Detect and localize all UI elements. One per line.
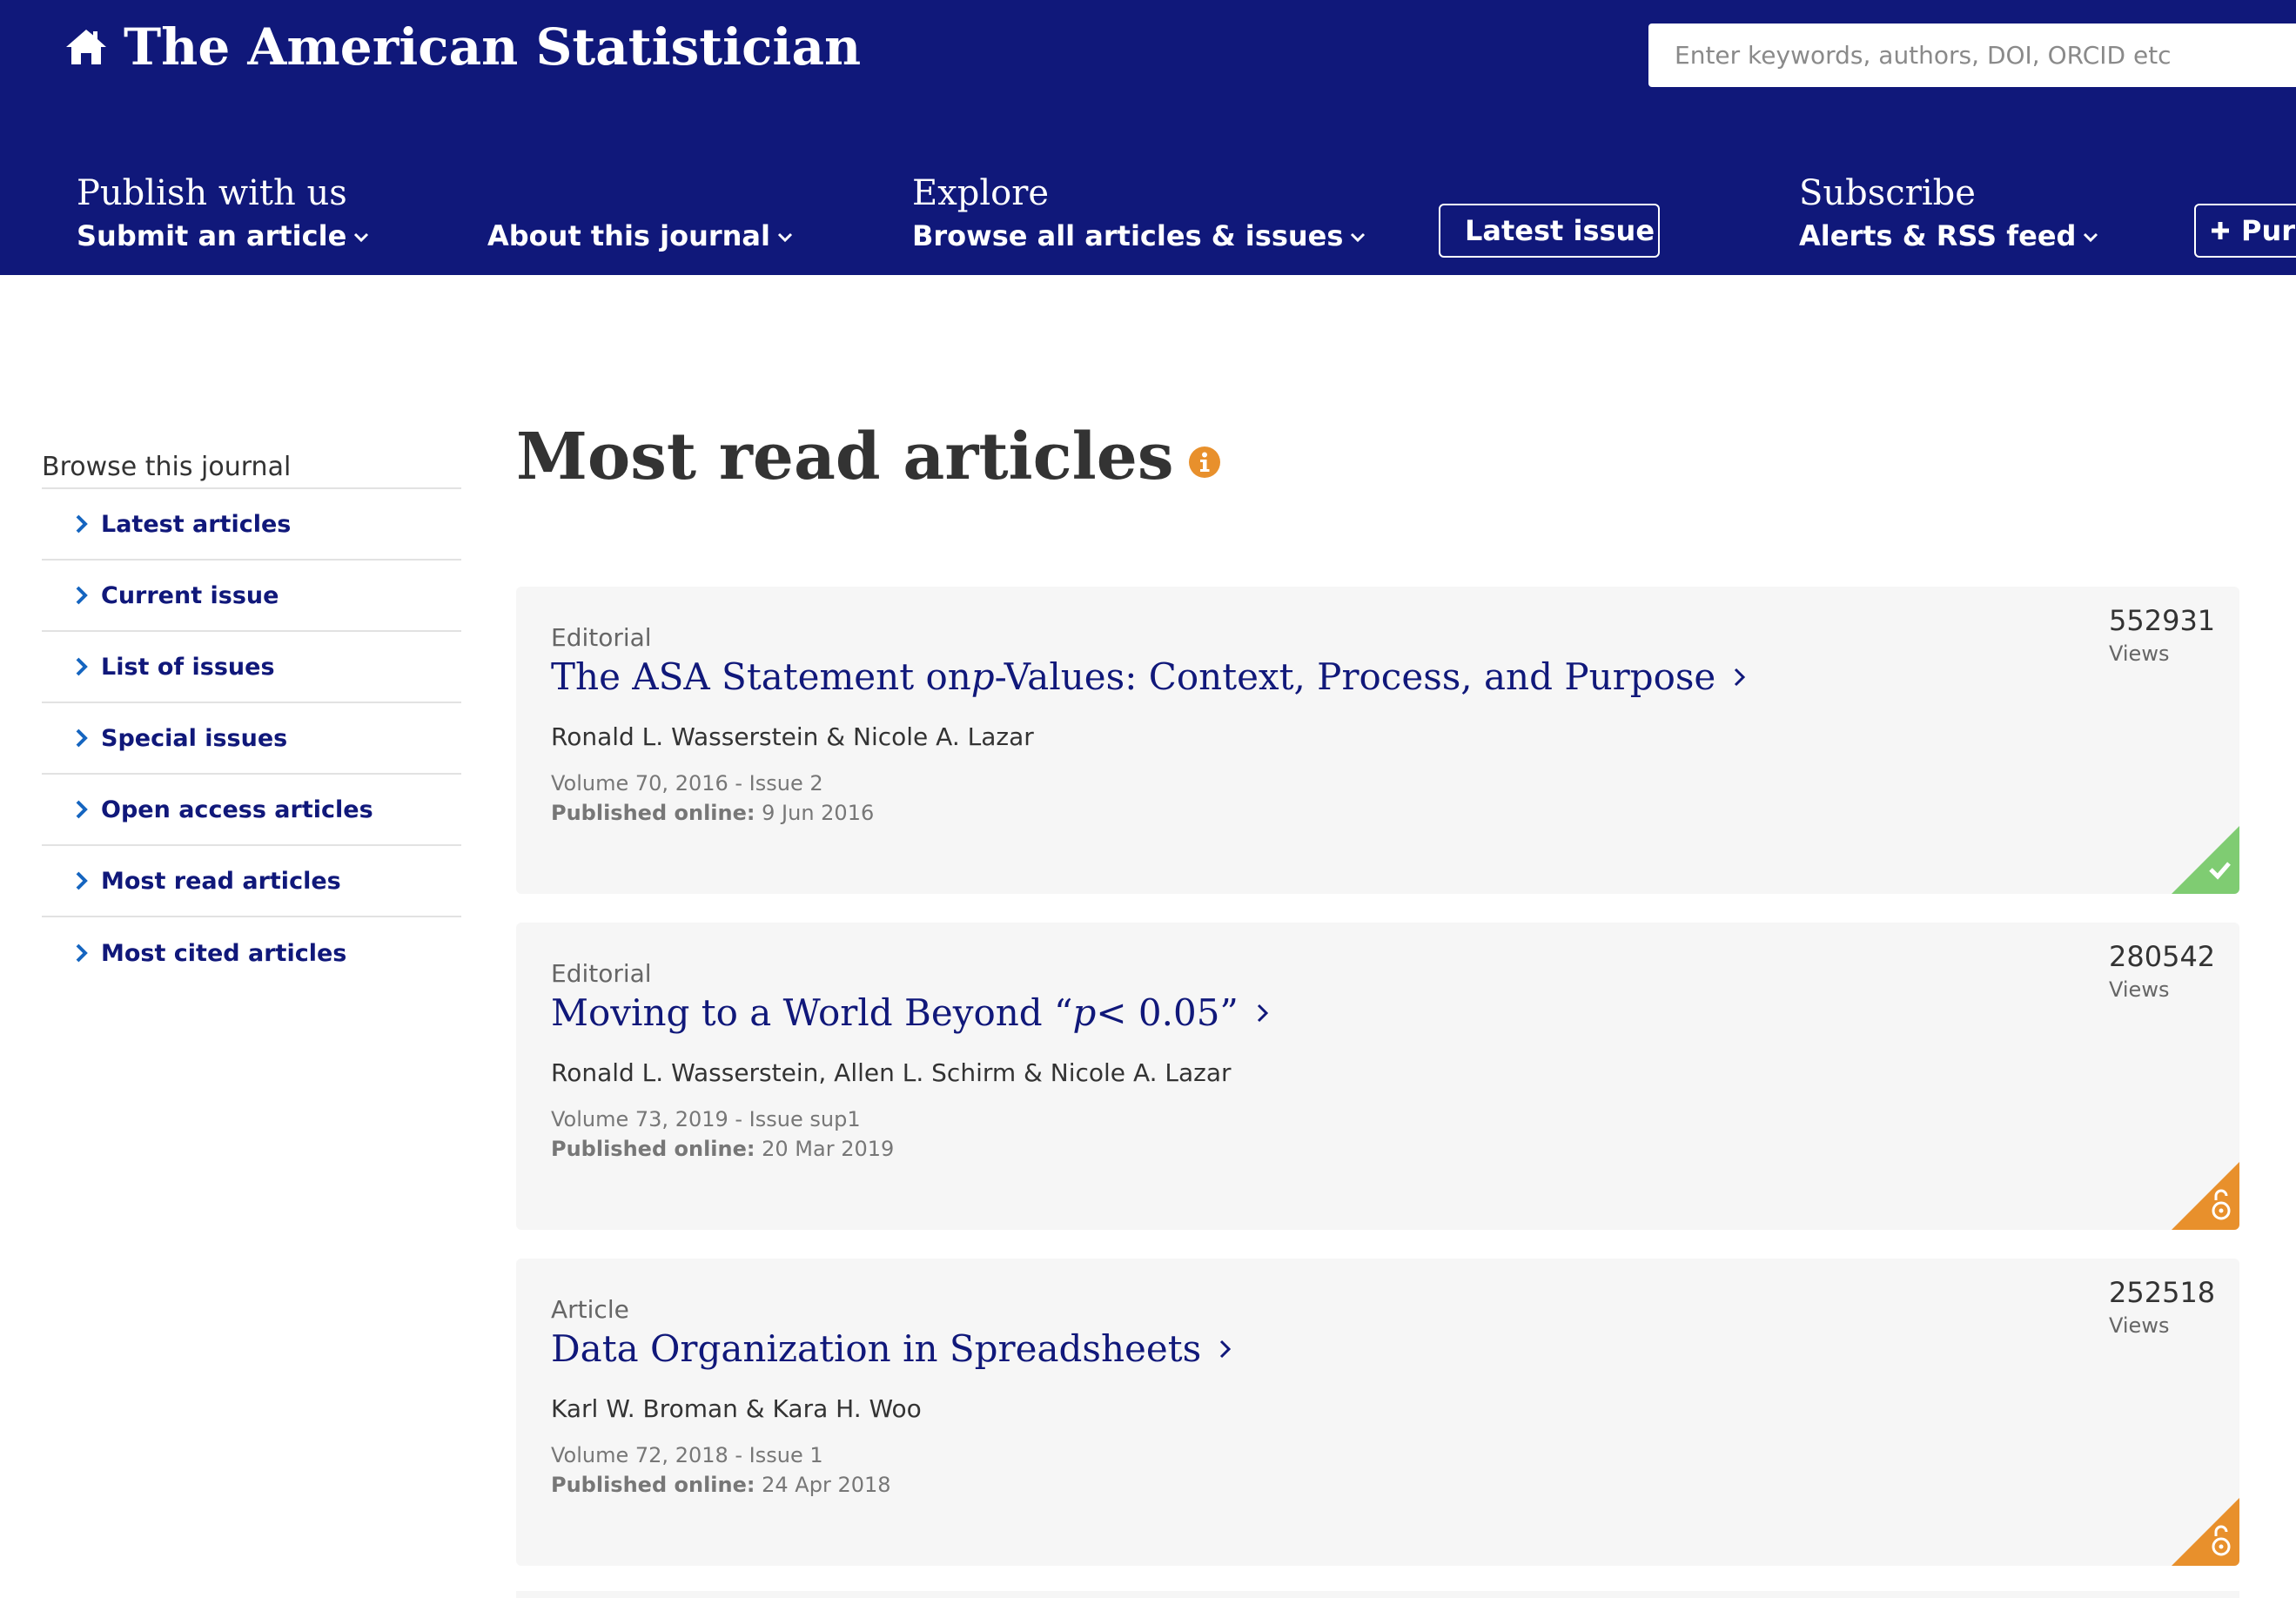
next-article-card-edge [516,1591,2239,1598]
nav-alerts-rss[interactable]: Alerts & RSS feed [1799,218,2098,254]
sidebar-title: Browse this journal [42,447,461,489]
chevron-down-icon [1351,232,1366,243]
article-authors: Ronald L. Wasserstein & Nicole A. Lazar [551,722,1034,751]
sidebar-item-special-issues[interactable]: Special issues [42,703,461,775]
home-icon [66,30,106,64]
chevron-right-icon [1735,668,1746,687]
article-volume: Volume 70, 2016 - Issue 2 [551,771,823,796]
open-access-badge [2172,1498,2239,1566]
page-title: Most read articles [516,409,1221,505]
nav-explore-heading: Explore [912,173,1050,213]
site-title: The American Statistician [124,17,862,77]
checkmark-icon [2172,826,2239,894]
views-label: Views [2109,641,2170,666]
article-title-link[interactable]: The ASA Statement on p -Values: Context, … [551,651,1747,703]
article-type: Article [551,1295,629,1324]
chevron-right-icon [76,586,88,605]
site-home-link[interactable]: The American Statistician [64,12,861,82]
chevron-right-icon [1220,1340,1232,1359]
views-count: 552931 [2109,604,2216,637]
chevron-right-icon [76,514,88,534]
nav-subscribe-heading: Subscribe [1799,173,1976,213]
article-volume: Volume 73, 2019 - Issue sup1 [551,1107,861,1131]
nav-publish-heading: Publish with us [77,173,347,213]
info-icon[interactable] [1188,446,1221,479]
article-volume: Volume 72, 2018 - Issue 1 [551,1443,823,1467]
free-access-badge [2172,826,2239,894]
nav-explore: Explore Browse all articles & issues [912,169,1366,254]
site-header: The American Statistician Publish with u… [0,0,2296,275]
nav-publish: Publish with us Submit an article [77,169,369,254]
views-count: 252518 [2109,1276,2216,1309]
sidebar: Browse this journal Latest articles Curr… [42,447,461,989]
plus-icon [2212,222,2229,239]
chevron-down-icon [354,232,369,243]
article-card: Editorial Moving to a World Beyond “p < … [516,923,2239,1230]
chevron-down-icon [2084,232,2098,243]
sidebar-item-current-issue[interactable]: Current issue [42,561,461,632]
article-views: 552931 Views [2109,601,2215,667]
article-title-link[interactable]: Moving to a World Beyond “p < 0.05” [551,987,1270,1039]
article-card: Editorial The ASA Statement on p -Values:… [516,587,2239,894]
search-input[interactable] [1648,24,2296,87]
open-lock-icon [2172,1162,2239,1230]
chevron-right-icon [76,800,88,819]
chevron-right-icon [76,871,88,890]
nav-subscribe: Subscribe Alerts & RSS feed [1799,169,2098,254]
article-authors: Ronald L. Wasserstein, Allen L. Schirm &… [551,1058,1232,1087]
article-views: 252518 Views [2109,1272,2215,1339]
chevron-right-icon [1257,1004,1269,1023]
nav-browse-articles[interactable]: Browse all articles & issues [912,218,1366,254]
chevron-right-icon [76,728,88,748]
sidebar-item-list-of-issues[interactable]: List of issues [42,632,461,703]
open-lock-icon [2172,1498,2239,1566]
nav-about: About this journal [487,169,793,254]
article-title-link[interactable]: Data Organization in Spreadsheets [551,1323,1232,1375]
chevron-down-icon [777,232,793,243]
sidebar-item-open-access[interactable]: Open access articles [42,775,461,846]
views-count: 280542 [2109,940,2216,973]
sidebar-item-most-read[interactable]: Most read articles [42,846,461,917]
article-published: Published online: 24 Apr 2018 [551,1473,891,1497]
open-access-badge [2172,1162,2239,1230]
views-label: Views [2109,1313,2170,1338]
chevron-right-icon [76,943,88,963]
article-type: Editorial [551,623,652,652]
article-published: Published online: 9 Jun 2016 [551,801,875,825]
chevron-right-icon [76,657,88,676]
purchase-button[interactable]: Purc [2194,204,2296,258]
article-published: Published online: 20 Mar 2019 [551,1137,895,1161]
views-label: Views [2109,977,2170,1002]
latest-issue-button[interactable]: Latest issue [1439,204,1660,258]
article-views: 280542 Views [2109,937,2215,1003]
sidebar-item-most-cited[interactable]: Most cited articles [42,917,461,989]
article-type: Editorial [551,959,652,988]
article-authors: Karl W. Broman & Kara H. Woo [551,1394,922,1423]
article-card: Article Data Organization in Spreadsheet… [516,1259,2239,1566]
nav-about-journal[interactable]: About this journal [487,218,793,254]
nav-submit-article[interactable]: Submit an article [77,218,369,254]
sidebar-item-latest-articles[interactable]: Latest articles [42,489,461,561]
